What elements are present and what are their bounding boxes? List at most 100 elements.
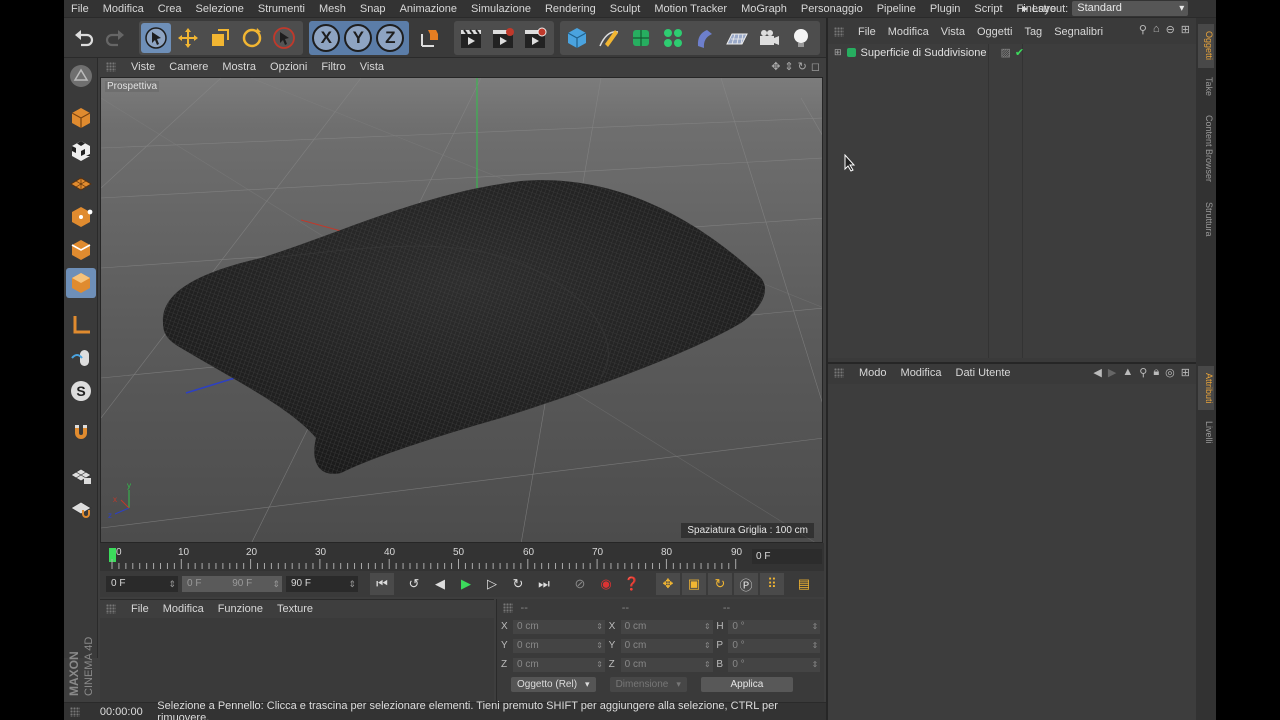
object-name[interactable]: Superficie di Suddivisione bbox=[861, 47, 987, 59]
select-tool-button[interactable] bbox=[141, 22, 172, 53]
dolly-icon[interactable]: ⇕ bbox=[784, 60, 793, 73]
cloner-button[interactable] bbox=[658, 23, 688, 53]
link-icon[interactable]: ⊖ bbox=[1166, 23, 1175, 36]
end-frame-field[interactable]: 90 F bbox=[286, 576, 358, 592]
menu-file[interactable]: File bbox=[64, 3, 96, 15]
viewport-menu-camere[interactable]: Camere bbox=[162, 61, 215, 73]
attribute-area[interactable] bbox=[828, 384, 1198, 720]
objects-menu-oggetti[interactable]: Oggetti bbox=[971, 26, 1018, 38]
key-scale-button[interactable]: ▣ bbox=[682, 573, 706, 595]
move-tool-button[interactable] bbox=[173, 23, 203, 53]
material-menu-funzione[interactable]: Funzione bbox=[211, 603, 270, 615]
y-axis-button[interactable]: Y bbox=[343, 23, 373, 53]
material-menu-file[interactable]: File bbox=[124, 603, 156, 615]
panel-grip-icon[interactable] bbox=[834, 368, 844, 378]
size-mode-dropdown[interactable]: Dimensione bbox=[609, 677, 687, 692]
tab-take[interactable]: Take bbox=[1198, 72, 1214, 102]
search-icon[interactable]: ⚲ bbox=[1139, 23, 1147, 36]
menu-rendering[interactable]: Rendering bbox=[538, 3, 603, 15]
model-mode-button[interactable] bbox=[66, 103, 96, 133]
menu-script[interactable]: Script bbox=[967, 3, 1009, 15]
tab-oggetti[interactable]: Oggetti bbox=[1198, 24, 1214, 68]
play-button[interactable]: ▶ bbox=[454, 573, 478, 595]
objects-menu-tag[interactable]: Tag bbox=[1018, 26, 1048, 38]
orbit-icon[interactable]: ↻ bbox=[798, 60, 807, 73]
workplane-mode-button[interactable] bbox=[66, 169, 96, 199]
subdivision-surface-button[interactable] bbox=[626, 23, 656, 53]
menu-crea[interactable]: Crea bbox=[151, 3, 189, 15]
camera-button[interactable] bbox=[754, 23, 784, 53]
forward-arrow-icon[interactable]: ▶ bbox=[1108, 366, 1116, 379]
snapping-button[interactable] bbox=[66, 418, 96, 448]
start-frame-field[interactable]: 0 F bbox=[106, 576, 178, 592]
key-rotation-button[interactable]: ↻ bbox=[708, 573, 732, 595]
menu-pipeline[interactable]: Pipeline bbox=[870, 3, 923, 15]
keyframe-selection-button[interactable]: ❓ bbox=[620, 573, 644, 595]
rotation-b-field[interactable]: 0 ° bbox=[728, 657, 821, 672]
floor-button[interactable] bbox=[722, 23, 752, 53]
tab-content-browser[interactable]: Content Browser bbox=[1198, 106, 1214, 192]
point-mode-button[interactable] bbox=[66, 202, 96, 232]
tab-struttura[interactable]: Struttura bbox=[1198, 196, 1214, 242]
x-axis-button[interactable]: X bbox=[311, 23, 341, 53]
z-axis-button[interactable]: Z bbox=[375, 23, 405, 53]
record-keys-button[interactable]: ⊘ bbox=[568, 573, 592, 595]
rotate-tool-button[interactable] bbox=[237, 23, 267, 53]
new-window-icon[interactable]: ⊞ bbox=[1181, 366, 1190, 379]
next-key-button[interactable]: ↻ bbox=[506, 573, 530, 595]
attributes-menu-modo[interactable]: Modo bbox=[852, 367, 894, 379]
undo-button[interactable] bbox=[70, 23, 99, 53]
material-menu-modifica[interactable]: Modifica bbox=[156, 603, 211, 615]
viewport-menu-viste[interactable]: Viste bbox=[124, 61, 162, 73]
size-y-field[interactable]: 0 cm bbox=[620, 638, 713, 653]
enabled-check-icon[interactable]: ✔ bbox=[1015, 46, 1024, 59]
menu-mesh[interactable]: Mesh bbox=[312, 3, 353, 15]
previous-key-button[interactable]: ↺ bbox=[402, 573, 426, 595]
light-button[interactable] bbox=[786, 23, 816, 53]
cube-button[interactable] bbox=[562, 23, 592, 53]
expand-icon[interactable]: ⊞ bbox=[834, 47, 842, 58]
object-list[interactable]: ⊞ Superficie di Suddivisione ▨ ✔ bbox=[828, 44, 1198, 358]
go-to-start-button[interactable]: ⏮ bbox=[370, 573, 394, 595]
edge-mode-button[interactable] bbox=[66, 235, 96, 265]
objects-menu-vista[interactable]: Vista bbox=[935, 26, 971, 38]
panel-grip-icon[interactable] bbox=[503, 603, 513, 613]
home-icon[interactable]: ⌂ bbox=[1153, 23, 1160, 36]
make-editable-button[interactable] bbox=[66, 61, 96, 91]
tweak-mode-button[interactable] bbox=[66, 343, 96, 373]
position-z-field[interactable]: 0 cm bbox=[513, 657, 605, 672]
apply-button[interactable]: Applica bbox=[700, 677, 793, 692]
render-view-button[interactable] bbox=[456, 23, 486, 53]
render-picture-viewer-button[interactable] bbox=[488, 23, 518, 53]
material-list-area[interactable] bbox=[100, 618, 494, 702]
attributes-menu-dati-utente[interactable]: Dati Utente bbox=[949, 367, 1018, 379]
panel-grip-icon[interactable] bbox=[106, 62, 116, 72]
up-arrow-icon[interactable]: ▲ bbox=[1122, 366, 1133, 379]
search-icon[interactable]: ⚲ bbox=[1139, 366, 1147, 379]
coordinate-system-button[interactable] bbox=[415, 23, 444, 53]
recent-tool-button[interactable] bbox=[269, 23, 299, 53]
pen-spline-button[interactable] bbox=[594, 23, 624, 53]
menu-animazione[interactable]: Animazione bbox=[393, 3, 464, 15]
maximize-view-icon[interactable]: ◻ bbox=[811, 60, 820, 73]
position-y-field[interactable]: 0 cm bbox=[513, 638, 605, 653]
texture-mode-button[interactable] bbox=[66, 136, 96, 166]
viewport-perspective[interactable]: y z x Prospettiva Spaziatura Griglia : 1… bbox=[100, 77, 823, 543]
objects-menu-file[interactable]: File bbox=[852, 26, 882, 38]
scale-tool-button[interactable] bbox=[205, 23, 235, 53]
panel-grip-icon[interactable] bbox=[834, 27, 844, 37]
size-x-field[interactable]: 0 cm bbox=[620, 619, 713, 634]
layer-visibility-icon[interactable]: ▨ bbox=[1001, 46, 1011, 59]
material-menu-texture[interactable]: Texture bbox=[270, 603, 320, 615]
viewport-menu-vista[interactable]: Vista bbox=[353, 61, 391, 73]
objects-menu-modifica[interactable]: Modifica bbox=[882, 26, 935, 38]
viewport-menu-opzioni[interactable]: Opzioni bbox=[263, 61, 314, 73]
size-z-field[interactable]: 0 cm bbox=[620, 657, 713, 672]
redo-button[interactable] bbox=[101, 23, 130, 53]
pan-icon[interactable]: ✥ bbox=[771, 60, 780, 73]
menu-selezione[interactable]: Selezione bbox=[189, 3, 251, 15]
tab-attributi[interactable]: Attributi bbox=[1198, 366, 1214, 410]
lock-icon[interactable]: 🔒︎ bbox=[1153, 366, 1159, 379]
coordinate-mode-dropdown[interactable]: Oggetto (Rel) bbox=[511, 677, 596, 692]
workplane-lock-button[interactable] bbox=[66, 460, 96, 490]
